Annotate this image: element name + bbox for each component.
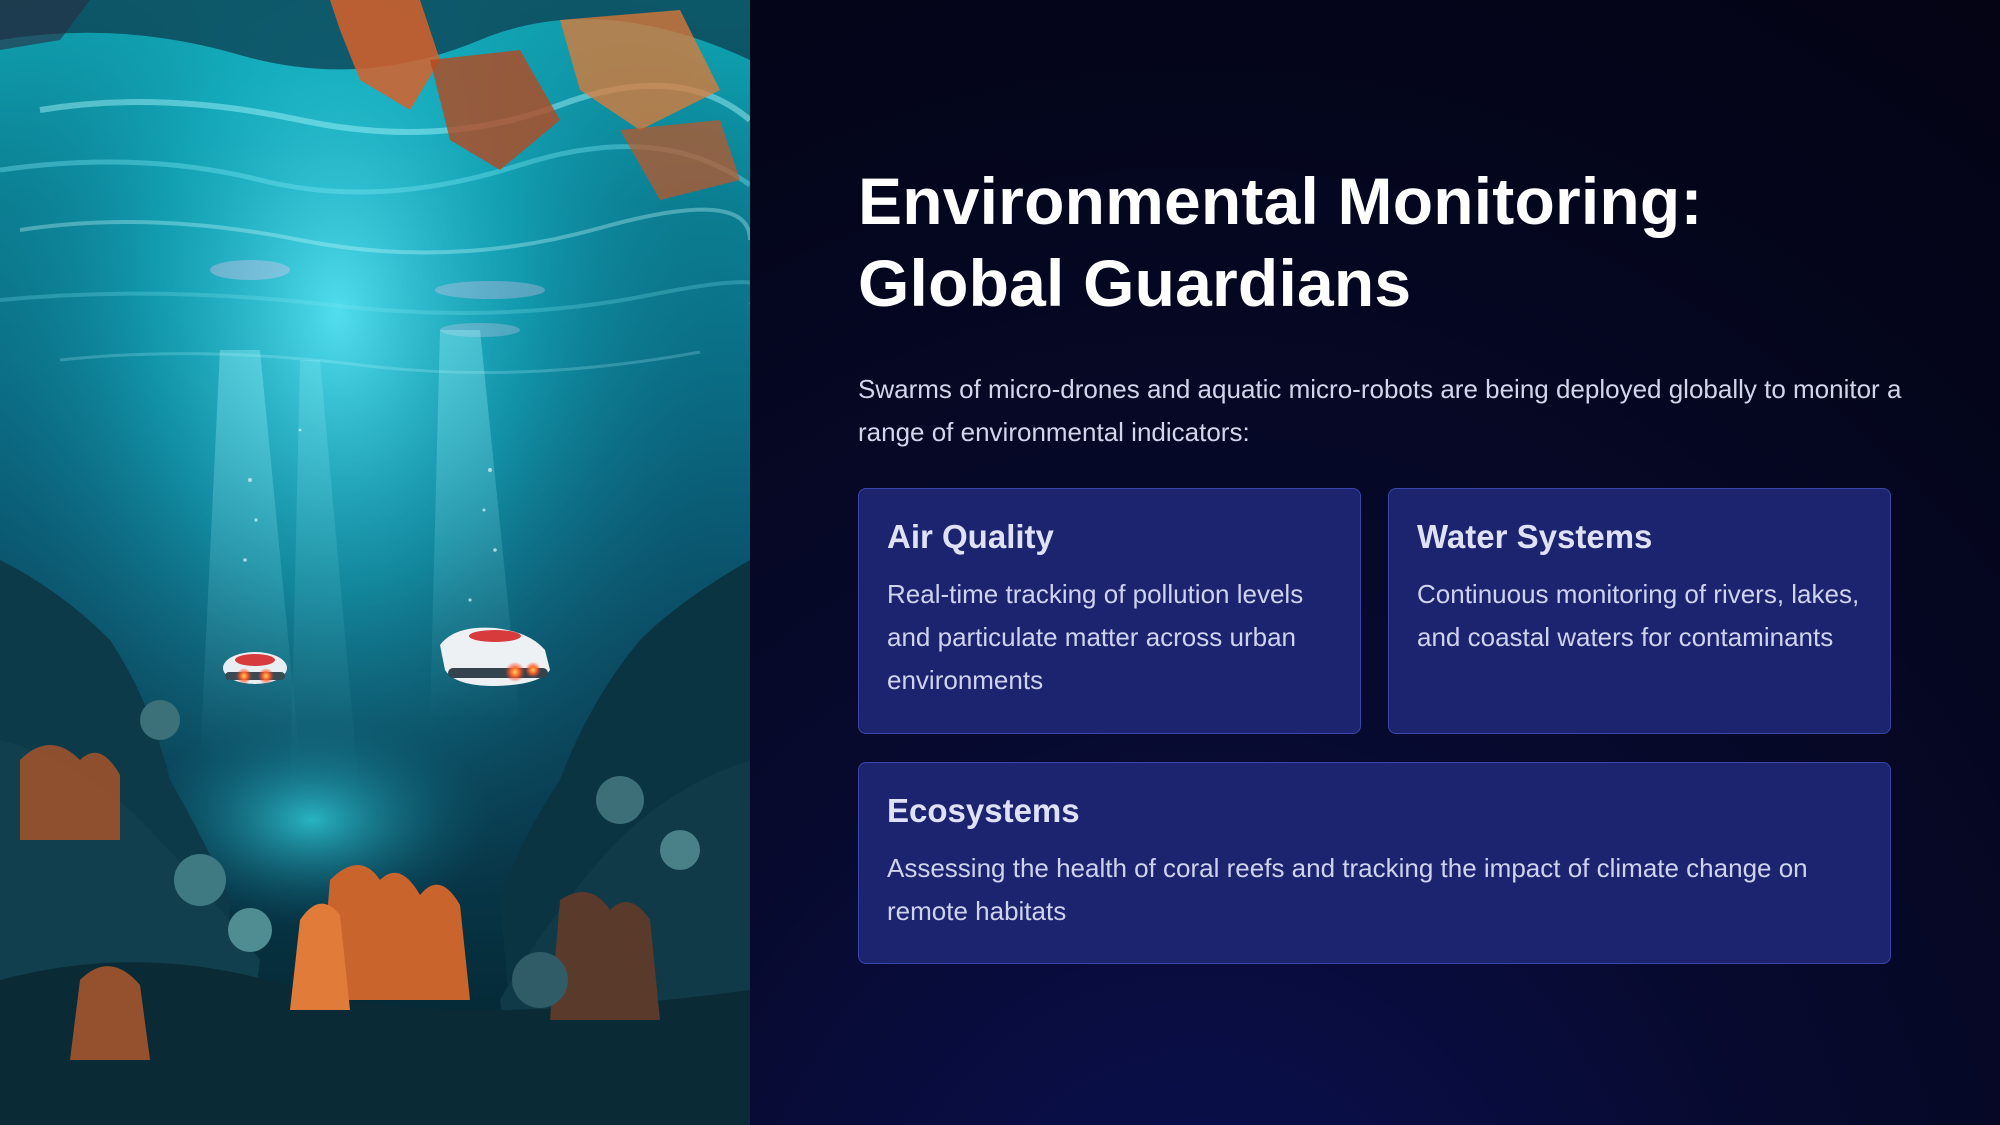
slide-title: Environmental Monitoring: Global Guardia… [858, 164, 1703, 320]
card-air-quality: Air Quality Real-time tracking of pollut… [858, 488, 1361, 734]
card-water-systems-body: Continuous monitoring of rivers, lakes, … [1417, 579, 1860, 652]
slide: Environmental Monitoring: Global Guardia… [0, 0, 2000, 1125]
card-water-systems: Water Systems Continuous monitoring of r… [1388, 488, 1891, 734]
card-ecosystems-body: Assessing the health of coral reefs and … [887, 853, 1808, 926]
card-air-quality-heading: Air Quality [887, 518, 1054, 555]
underwater-scene-illustration [0, 0, 750, 1125]
card-water-systems-heading: Water Systems [1417, 518, 1653, 555]
card-air-quality-body: Real-time tracking of pollution levels a… [887, 579, 1304, 695]
micro-robot-small [223, 652, 287, 684]
intro-paragraph: Swarms of micro-drones and aquatic micro… [858, 374, 1902, 447]
card-ecosystems: Ecosystems Assessing the health of coral… [858, 762, 1891, 964]
card-ecosystems-heading: Ecosystems [887, 792, 1080, 829]
underwater-reef-photo [0, 0, 750, 1125]
